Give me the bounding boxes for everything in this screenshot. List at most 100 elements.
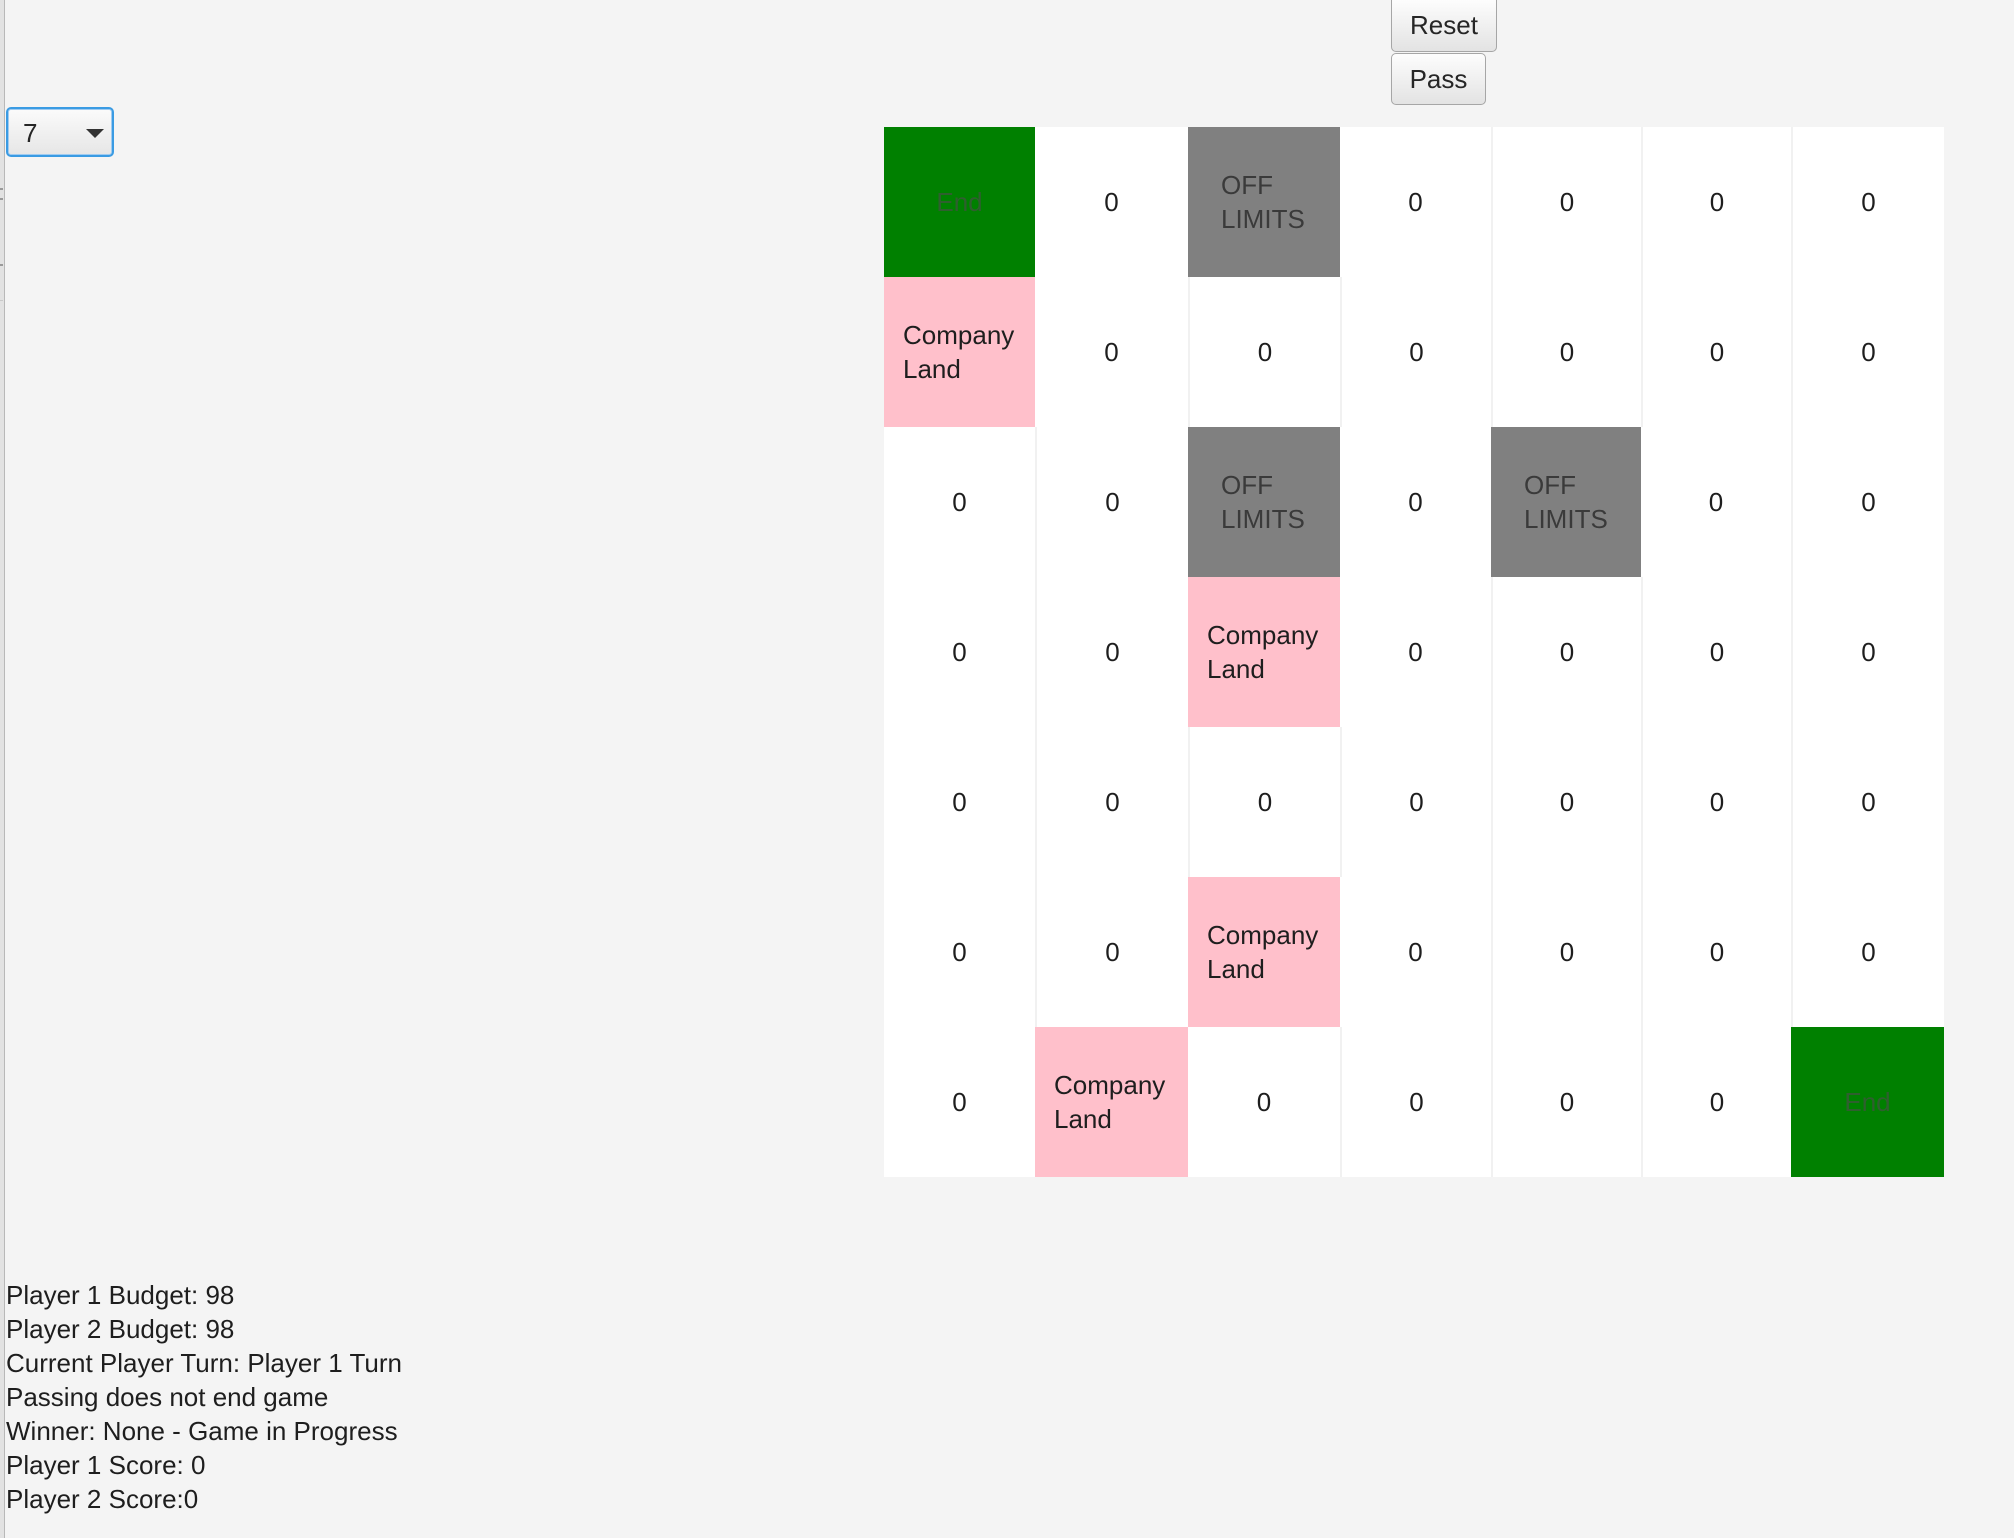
player2-budget: Player 2 Budget: 98 (6, 1314, 235, 1344)
board-cell-number[interactable]: 0 (1188, 277, 1340, 427)
passing-note: Passing does not end game (6, 1382, 329, 1412)
cell-label: End (936, 186, 983, 217)
board-cell-number[interactable]: 0 (1035, 427, 1188, 577)
cell-label: 0 (1105, 786, 1120, 817)
cell-label: OFF LIMITS (1221, 470, 1305, 534)
board-cell-number[interactable]: 0 (884, 1027, 1035, 1177)
board-cell-number[interactable]: 0 (1791, 277, 1944, 427)
edge-tick (0, 188, 3, 190)
board-cell-number[interactable]: 0 (1491, 877, 1641, 1027)
cell-label: 0 (1559, 1086, 1575, 1117)
cell-label: 0 (1861, 486, 1876, 517)
board-cell-number[interactable]: 0 (1035, 277, 1188, 427)
edge-tick (0, 198, 3, 200)
board-cell-number[interactable]: 0 (1641, 127, 1791, 277)
board-cell-number[interactable]: 0 (1035, 877, 1188, 1027)
board-cell-number[interactable]: 0 (1791, 427, 1944, 577)
board-cell-company[interactable]: Company Land (884, 277, 1035, 427)
board-cell-number[interactable]: 0 (1641, 277, 1791, 427)
board-cell-number[interactable]: 0 (1035, 127, 1188, 277)
cell-label: Company Land (1207, 620, 1319, 684)
cell-label: 0 (1409, 786, 1424, 817)
board-size-value: 7 (23, 118, 38, 148)
cell-label: 0 (1861, 186, 1876, 217)
cell-label: Company Land (1207, 920, 1319, 984)
player1-score: Player 1 Score: 0 (6, 1450, 206, 1480)
cell-label: OFF LIMITS (1524, 470, 1608, 534)
board-cell-offlimits[interactable]: OFF LIMITS (1188, 127, 1340, 277)
cell-label: 0 (1256, 1086, 1272, 1117)
cell-label: 0 (1105, 486, 1120, 517)
game-board: End 0 OFF LIMITS 0 0 0 0 Company Land 0 0 0 0 0 0 0 0 OF… (884, 127, 1944, 1177)
cell-label: 0 (1409, 336, 1424, 367)
edge-divider (0, 300, 3, 301)
cell-label: 0 (1408, 186, 1423, 217)
board-cell-number[interactable]: 0 (1491, 127, 1641, 277)
cell-label: 0 (1861, 786, 1876, 817)
board-cell-number[interactable]: 0 (1340, 877, 1491, 1027)
board-cell-number[interactable]: 0 (1641, 577, 1791, 727)
cell-label: 0 (1408, 486, 1423, 517)
pass-button[interactable]: Pass (1391, 53, 1486, 105)
cell-label: 0 (1559, 936, 1575, 967)
cell-label: 0 (1409, 1086, 1424, 1117)
board-cell-number[interactable]: 0 (1791, 127, 1944, 277)
cell-label: 0 (1257, 336, 1273, 367)
chevron-down-icon (86, 129, 104, 138)
board-cell-number[interactable]: 0 (1791, 727, 1944, 877)
edge-tick (0, 264, 3, 266)
cell-label: 0 (1709, 186, 1725, 217)
board-cell-number[interactable]: 0 (1340, 577, 1491, 727)
board-cell-company[interactable]: Company Land (1188, 577, 1340, 727)
board-cell-number[interactable]: 0 (1641, 1027, 1791, 1177)
cell-label: 0 (952, 1086, 967, 1117)
board-cell-number[interactable]: 0 (884, 577, 1035, 727)
board-cell-number[interactable]: 0 (1791, 877, 1944, 1027)
board-cell-number[interactable]: 0 (1188, 1027, 1340, 1177)
reset-button[interactable]: Reset (1391, 0, 1497, 52)
board-cell-number[interactable]: 0 (1035, 727, 1188, 877)
board-cell-number[interactable]: 0 (1491, 1027, 1641, 1177)
board-cell-number[interactable]: 0 (1641, 427, 1791, 577)
cell-label: 0 (1105, 636, 1120, 667)
board-cell-end[interactable]: End (884, 127, 1035, 277)
board-cell-number[interactable]: 0 (1340, 427, 1491, 577)
board-cell-number[interactable]: 0 (884, 427, 1035, 577)
board-cell-company[interactable]: Company Land (1035, 1027, 1188, 1177)
cell-label: 0 (1709, 636, 1725, 667)
board-cell-number[interactable]: 0 (884, 727, 1035, 877)
cell-label: 0 (1709, 936, 1725, 967)
board-cell-number[interactable]: 0 (1035, 577, 1188, 727)
board-cell-number[interactable]: 0 (884, 877, 1035, 1027)
board-cell-number[interactable]: 0 (1491, 577, 1641, 727)
board-cell-number[interactable]: 0 (1188, 727, 1340, 877)
cell-label: End (1844, 1086, 1891, 1117)
cell-label: 0 (1257, 786, 1273, 817)
cell-label: 0 (1861, 636, 1876, 667)
cell-label: Company Land (1054, 1070, 1166, 1134)
cell-label: 0 (1861, 336, 1876, 367)
board-cell-number[interactable]: 0 (1491, 727, 1641, 877)
board-cell-number[interactable]: 0 (1340, 1027, 1491, 1177)
cell-label: 0 (952, 936, 967, 967)
board-cell-number[interactable]: 0 (1641, 727, 1791, 877)
cell-label: 0 (1559, 186, 1575, 217)
cell-label: 0 (1559, 786, 1575, 817)
board-size-select[interactable]: 7 (6, 107, 114, 157)
board-cell-company[interactable]: Company Land (1188, 877, 1340, 1027)
board-cell-offlimits[interactable]: OFF LIMITS (1188, 427, 1340, 577)
cell-label: 0 (1709, 336, 1725, 367)
cell-label: 0 (1408, 636, 1423, 667)
cell-label: 0 (1861, 936, 1876, 967)
board-cell-number[interactable]: 0 (1491, 277, 1641, 427)
player1-budget: Player 1 Budget: 98 (6, 1280, 235, 1310)
board-cell-offlimits[interactable]: OFF LIMITS (1491, 427, 1641, 577)
cell-label: 0 (1105, 936, 1120, 967)
board-cell-number[interactable]: 0 (1340, 727, 1491, 877)
board-cell-number[interactable]: 0 (1340, 277, 1491, 427)
board-cell-number[interactable]: 0 (1791, 577, 1944, 727)
cell-label: 0 (1104, 336, 1119, 367)
board-cell-number[interactable]: 0 (1641, 877, 1791, 1027)
board-cell-end[interactable]: End (1791, 1027, 1944, 1177)
board-cell-number[interactable]: 0 (1340, 127, 1491, 277)
